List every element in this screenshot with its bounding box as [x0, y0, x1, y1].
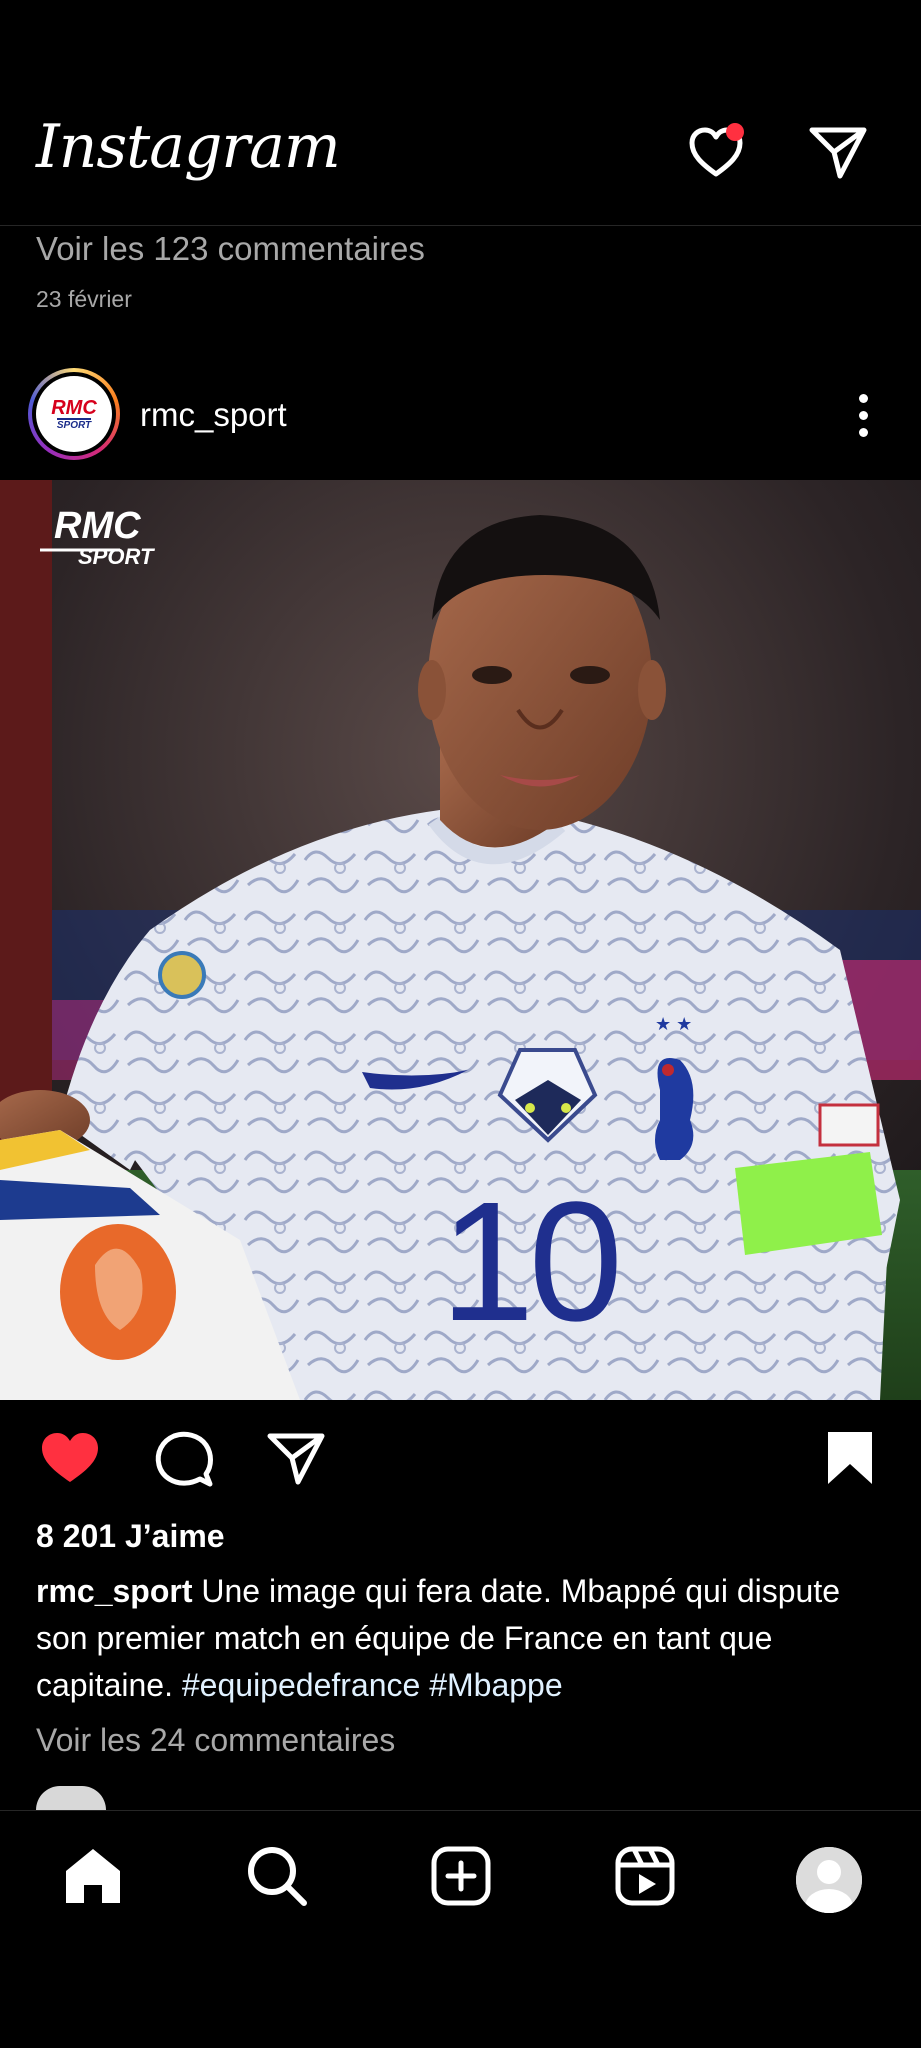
profile-avatar-icon: [796, 1847, 862, 1913]
notification-dot: [726, 123, 744, 141]
comment-icon: [155, 1431, 213, 1487]
heart-filled-icon: [42, 1433, 98, 1482]
share-button[interactable]: [264, 1426, 328, 1490]
image-watermark-top: RMC: [54, 505, 141, 547]
system-navigation-bar: [0, 1940, 921, 2048]
post-caption: rmc_sport Une image qui fera date. Mbapp…: [36, 1568, 896, 1709]
reels-icon: [615, 1846, 675, 1906]
direct-messages-button[interactable]: [806, 120, 870, 184]
avatar-logo-top: RMC: [51, 396, 97, 419]
nav-create[interactable]: [428, 1843, 494, 1909]
likes-count[interactable]: 8 201 J’aime: [36, 1518, 225, 1555]
caption-username[interactable]: rmc_sport: [36, 1573, 193, 1609]
svg-text:10: 10: [440, 1167, 617, 1357]
notifications-button[interactable]: [684, 120, 748, 184]
post-header: RMC SPORT rmc_sport: [0, 360, 921, 478]
previous-post-date: 23 février: [36, 286, 132, 312]
save-button[interactable]: [818, 1426, 882, 1490]
instagram-logo[interactable]: Instagram: [36, 112, 341, 182]
image-watermark-bottom: SPORT: [78, 544, 155, 569]
rmc-sport-logo: RMC SPORT: [36, 376, 112, 452]
hashtag-link[interactable]: #equipedefrance: [182, 1667, 420, 1703]
post-image[interactable]: ★ ★ 10 RMC SPORT: [0, 480, 921, 1400]
create-icon: [431, 1846, 491, 1906]
bookmark-filled-icon: [828, 1432, 872, 1484]
home-icon: [66, 1849, 120, 1903]
send-icon: [267, 1433, 325, 1485]
post-username[interactable]: rmc_sport: [140, 396, 287, 434]
more-options-button[interactable]: [844, 388, 884, 444]
nav-search[interactable]: [244, 1843, 310, 1909]
status-bar: [0, 0, 921, 100]
like-button[interactable]: [38, 1426, 102, 1490]
player-photo: ★ ★ 10 RMC SPORT: [0, 480, 921, 1400]
bottom-navigation: [0, 1810, 921, 1940]
nav-home[interactable]: [60, 1843, 126, 1909]
view-comments-link[interactable]: Voir les 24 commentaires: [36, 1722, 395, 1759]
nav-reels[interactable]: [612, 1843, 678, 1909]
comment-button[interactable]: [152, 1426, 216, 1490]
search-icon: [248, 1847, 307, 1906]
svg-text:★ ★: ★ ★: [655, 1014, 692, 1034]
avatar-logo-bottom: SPORT: [56, 417, 92, 431]
nav-profile-avatar[interactable]: [796, 1847, 862, 1913]
avatar[interactable]: RMC SPORT: [28, 368, 120, 460]
direct-message-icon: [809, 127, 867, 179]
previous-post-comments-link[interactable]: Voir les 123 commentaires: [36, 230, 425, 268]
top-app-bar: Instagram: [0, 100, 921, 226]
hashtag-link[interactable]: #Mbappe: [429, 1667, 562, 1703]
comment-avatar: [36, 1786, 106, 1810]
post-actions: [0, 1420, 921, 1500]
